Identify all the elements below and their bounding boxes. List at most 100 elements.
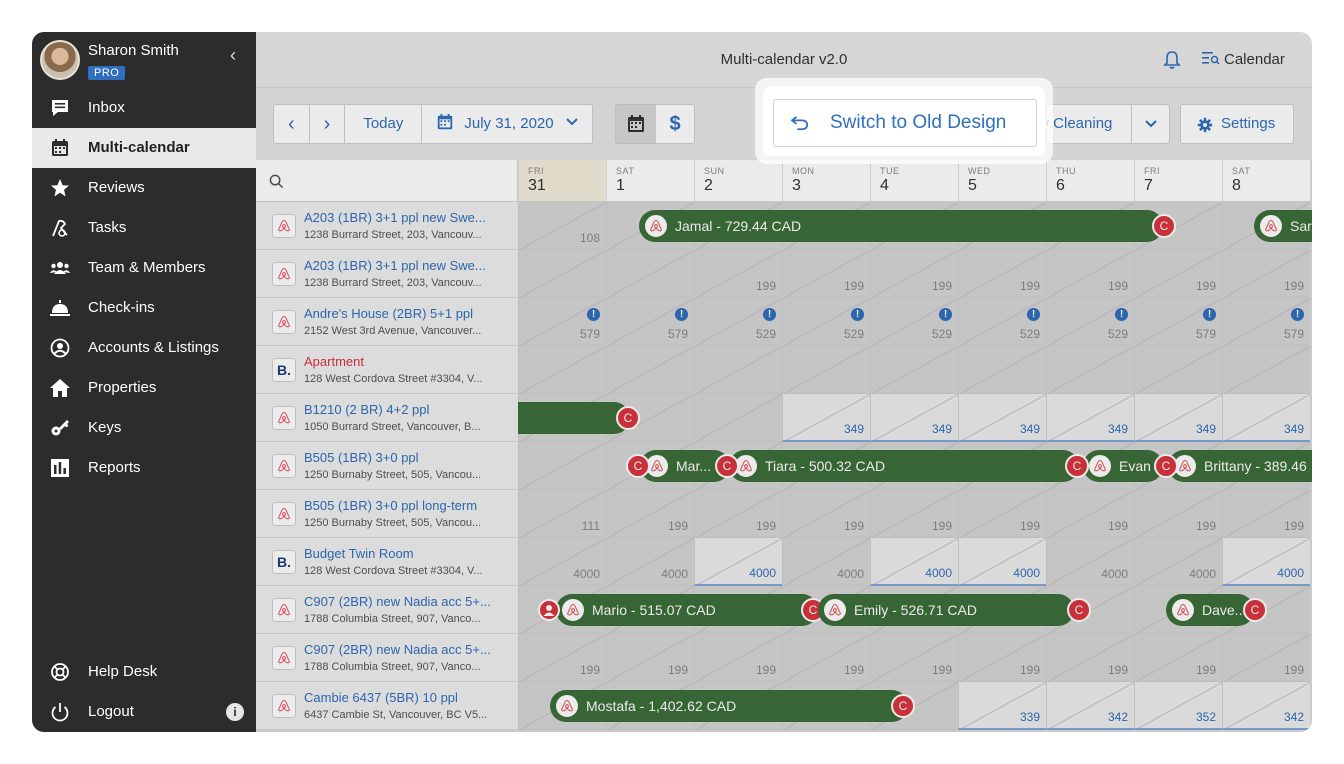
calendar-cell[interactable]: [782, 346, 870, 394]
sidebar-item-multi-calendar[interactable]: Multi-calendar: [32, 128, 256, 168]
calendar-cell[interactable]: ! 579: [1134, 298, 1222, 346]
cleaning-badge-icon[interactable]: C: [1067, 598, 1091, 622]
alert-icon[interactable]: !: [1203, 308, 1216, 321]
calendar-cell[interactable]: 199: [782, 250, 870, 298]
listing-info[interactable]: A203 (1BR) 3+1 ppl new Swe... 1238 Burrar…: [256, 202, 518, 250]
next-button[interactable]: ›: [310, 105, 346, 143]
calendar-view-button[interactable]: [616, 105, 656, 143]
booking-bar[interactable]: Dave...: [1166, 594, 1254, 626]
calendar-cell[interactable]: [1046, 346, 1134, 394]
booking-bar[interactable]: Tiara - 500.32 CAD: [729, 450, 1079, 482]
booking-bar[interactable]: Mostafa - 1,402.62 CAD: [550, 690, 908, 722]
calendar-cell[interactable]: ! 579: [518, 298, 606, 346]
calendar-cell[interactable]: 199: [1046, 490, 1134, 538]
booking-bar[interactable]: Emily - 526.71 CAD: [818, 594, 1074, 626]
calendar-cell[interactable]: 342: [1222, 682, 1310, 730]
listing-info[interactable]: A203 (1BR) 3+1 ppl new Swe... 1238 Burrar…: [256, 250, 518, 298]
sidebar-item-team-members[interactable]: Team & Members: [32, 248, 256, 288]
listing-info[interactable]: C907 (2BR) new Nadia acc 5+... 1788 Colum…: [256, 634, 518, 682]
calendar-cell[interactable]: 199: [694, 490, 782, 538]
calendar-cell[interactable]: 199: [958, 634, 1046, 682]
calendar-cell[interactable]: ! 579: [606, 298, 694, 346]
calendar-cell[interactable]: 349: [1222, 394, 1310, 442]
listing-name[interactable]: A203 (1BR) 3+1 ppl new Swe...: [304, 258, 486, 273]
calendar-cell[interactable]: ! 529: [958, 298, 1046, 346]
calendar-cell[interactable]: 342: [1046, 682, 1134, 730]
calendar-cell[interactable]: 199: [870, 250, 958, 298]
calendar-cell[interactable]: 4000: [518, 538, 606, 586]
calendar-cell[interactable]: ! 529: [694, 298, 782, 346]
calendar-cell[interactable]: 339: [958, 682, 1046, 730]
cleaning-badge-icon[interactable]: C: [715, 454, 739, 478]
calendar-cell[interactable]: 199: [782, 490, 870, 538]
sidebar-item-check-ins[interactable]: Check-ins: [32, 288, 256, 328]
date-picker[interactable]: July 31, 2020: [422, 105, 591, 143]
listing-name[interactable]: Apartment: [304, 354, 364, 369]
listing-name[interactable]: B505 (1BR) 3+0 ppl: [304, 450, 419, 465]
prev-button[interactable]: ‹: [274, 105, 310, 143]
listing-name[interactable]: Andre's House (2BR) 5+1 ppl: [304, 306, 473, 321]
listing-info[interactable]: B1210 (2 BR) 4+2 ppl 1050 Burrard Street,…: [256, 394, 518, 442]
alert-icon[interactable]: !: [587, 308, 600, 321]
calendar-cell[interactable]: 4000: [694, 538, 782, 586]
sidebar-item-reports[interactable]: Reports: [32, 448, 256, 488]
calendar-cell[interactable]: 199: [606, 634, 694, 682]
calendar-cell[interactable]: [518, 442, 606, 490]
sidebar-item-accounts-listings[interactable]: Accounts & Listings: [32, 328, 256, 368]
cleaning-dropdown-button[interactable]: [1131, 105, 1169, 143]
booking-bar[interactable]: Evan ...: [1083, 450, 1163, 482]
booking-bar[interactable]: Jamal - 729.44 CAD: [639, 210, 1163, 242]
guest-icon[interactable]: [538, 599, 560, 621]
switch-to-old-design-button[interactable]: Switch to Old Design: [773, 99, 1037, 147]
calendar-cell[interactable]: 199: [870, 490, 958, 538]
listing-info[interactable]: Cambie 6437 (5BR) 10 ppl 6437 Cambie St, …: [256, 682, 518, 730]
calendar-cell[interactable]: 352: [1134, 682, 1222, 730]
listing-name[interactable]: A203 (1BR) 3+1 ppl new Swe...: [304, 210, 486, 225]
listing-info[interactable]: Andre's House (2BR) 5+1 ppl 2152 West 3rd…: [256, 298, 518, 346]
cleaning-badge-icon[interactable]: C: [1065, 454, 1089, 478]
cleaning-badge-icon[interactable]: C: [1154, 454, 1178, 478]
calendar-cell[interactable]: [694, 394, 782, 442]
user-profile[interactable]: Sharon Smith PRO: [40, 40, 248, 84]
calendar-cell[interactable]: ! 579: [1222, 298, 1310, 346]
calendar-cell[interactable]: 199: [958, 490, 1046, 538]
listing-name[interactable]: Cambie 6437 (5BR) 10 ppl: [304, 690, 458, 705]
info-icon[interactable]: i: [226, 703, 244, 721]
sidebar-item-logout[interactable]: Logout i: [32, 692, 256, 732]
calendar-cell[interactable]: 199: [1046, 250, 1134, 298]
sidebar-item-reviews[interactable]: Reviews: [32, 168, 256, 208]
calendar-cell[interactable]: [606, 346, 694, 394]
calendar-cell[interactable]: 4000: [782, 538, 870, 586]
booking-bar[interactable]: Mario - 515.07 CAD: [556, 594, 818, 626]
calendar-cell[interactable]: [1222, 346, 1310, 394]
alert-icon[interactable]: !: [1291, 308, 1304, 321]
calendar-cell[interactable]: 108: [518, 202, 606, 250]
collapse-sidebar-icon[interactable]: ‹: [224, 46, 242, 64]
listing-name[interactable]: C907 (2BR) new Nadia acc 5+...: [304, 642, 491, 657]
alert-icon[interactable]: !: [763, 308, 776, 321]
calendar-cell[interactable]: 199: [694, 250, 782, 298]
booking-bar[interactable]: Brittany - 389.46: [1168, 450, 1312, 482]
cleaning-badge-icon[interactable]: C: [1152, 214, 1176, 238]
new-cleaning-button[interactable]: New Cleaning: [1046, 104, 1170, 144]
listing-info[interactable]: B505 (1BR) 3+0 ppl 1250 Burnaby Street, 5…: [256, 442, 518, 490]
calendar-cell[interactable]: 349: [782, 394, 870, 442]
calendar-cell[interactable]: [606, 250, 694, 298]
listing-info[interactable]: B. Budget Twin Room 128 West Cordova Stree…: [256, 538, 518, 586]
calendar-cell[interactable]: [870, 346, 958, 394]
calendar-cell[interactable]: 111: [518, 490, 606, 538]
listing-name[interactable]: C907 (2BR) new Nadia acc 5+...: [304, 594, 491, 609]
sidebar-item-keys[interactable]: Keys: [32, 408, 256, 448]
booking-bar[interactable]: [518, 402, 630, 434]
listing-info[interactable]: B. Apartment 128 West Cordova Street #3304…: [256, 346, 518, 394]
alert-icon[interactable]: !: [1027, 308, 1040, 321]
calendar-cell[interactable]: [694, 346, 782, 394]
calendar-cell[interactable]: ! 529: [870, 298, 958, 346]
calendar-cell[interactable]: ! 529: [1046, 298, 1134, 346]
settings-button[interactable]: Settings: [1180, 104, 1294, 144]
cleaning-badge-icon[interactable]: C: [1243, 598, 1267, 622]
sidebar-item-inbox[interactable]: Inbox: [32, 88, 256, 128]
calendar-cell[interactable]: [1134, 346, 1222, 394]
today-button[interactable]: Today: [345, 105, 423, 143]
calendar-cell[interactable]: 199: [1134, 250, 1222, 298]
